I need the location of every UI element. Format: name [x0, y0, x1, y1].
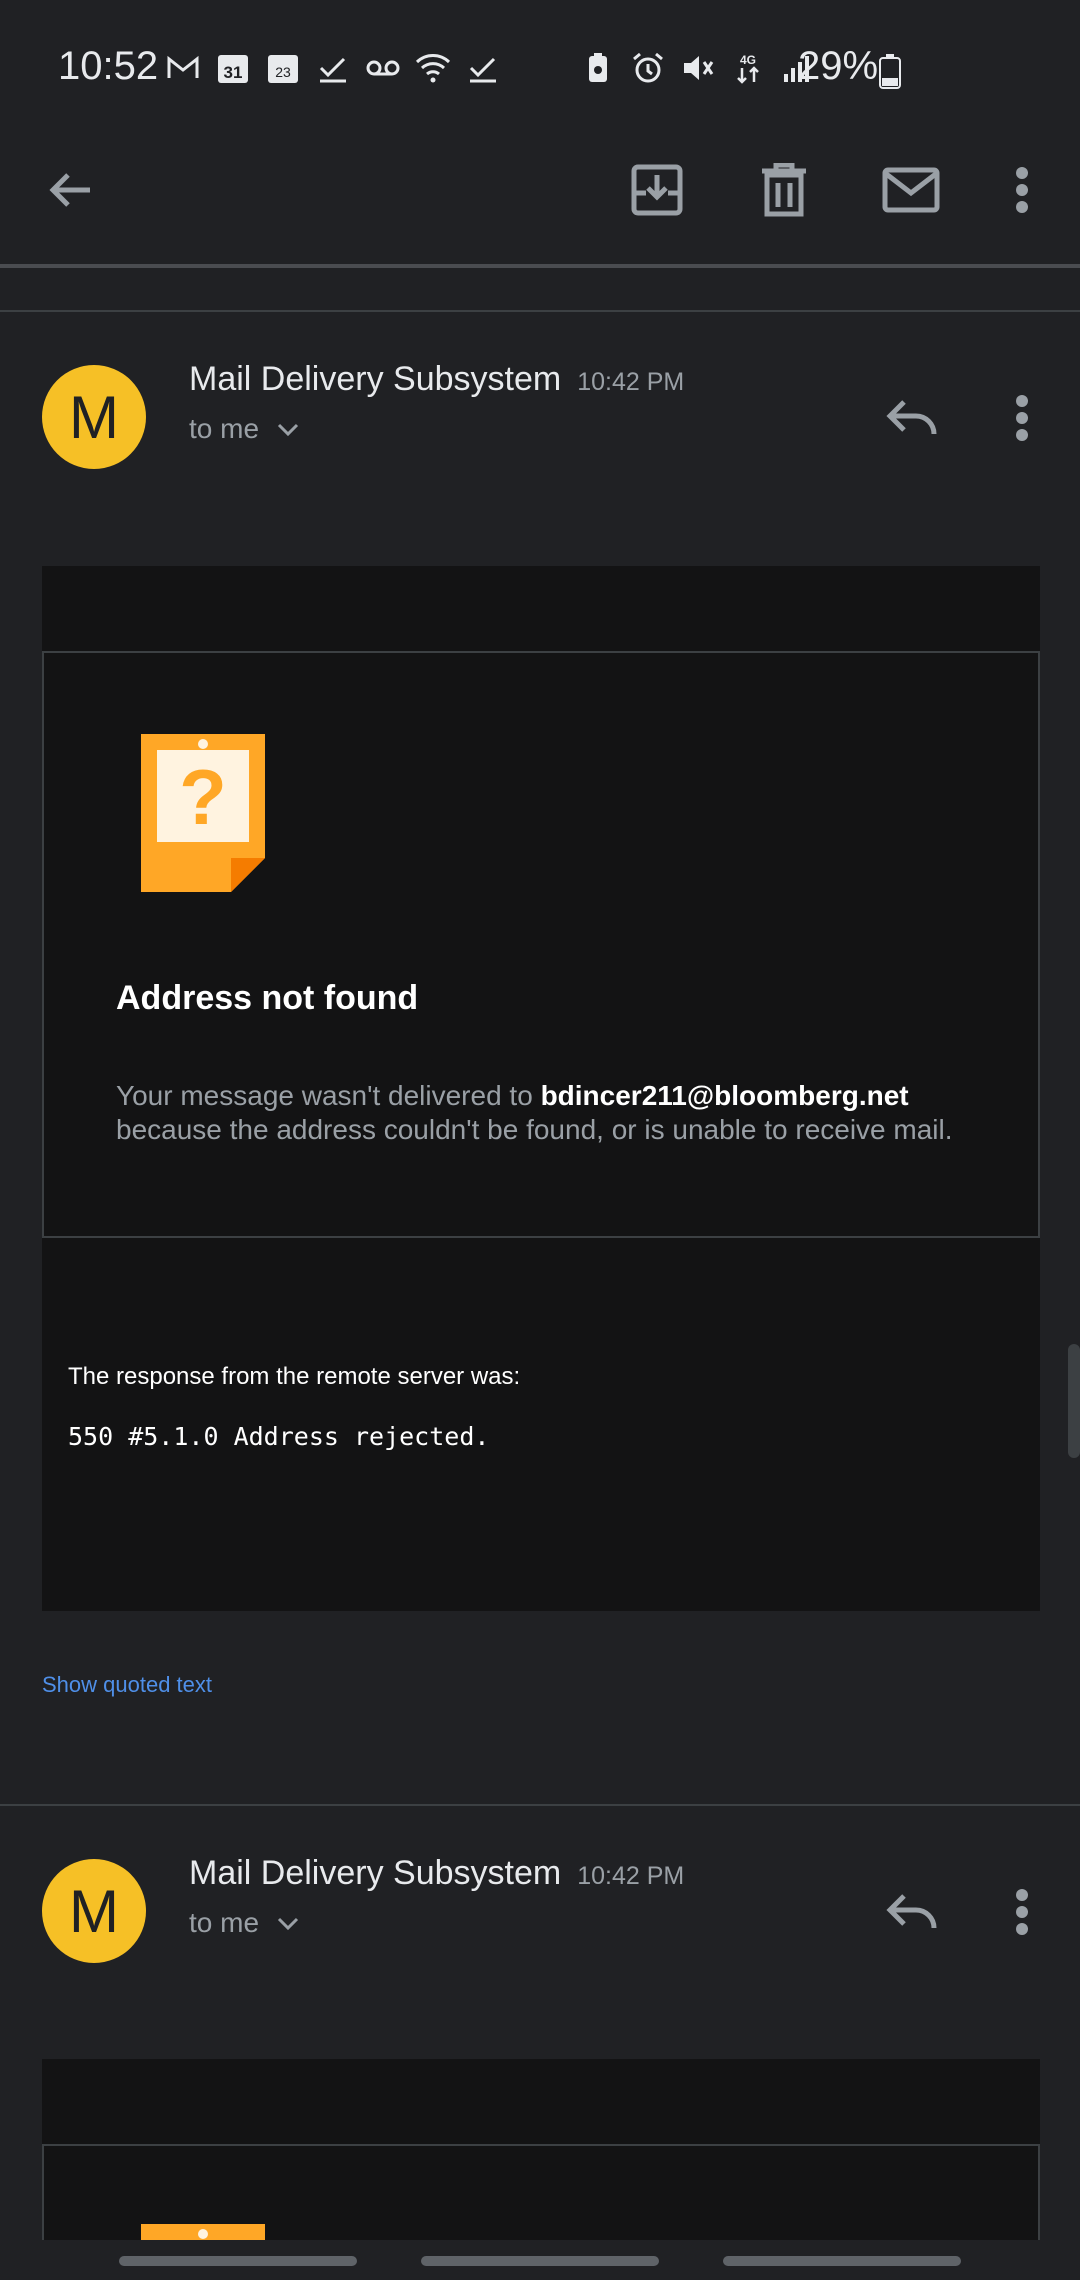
scrollbar[interactable]	[1068, 1344, 1080, 1458]
nav-recents-button[interactable]	[119, 2256, 357, 2266]
recipient-label: to me	[189, 1907, 260, 1938]
wifi-icon	[415, 54, 451, 83]
more-vert-icon	[1016, 395, 1028, 441]
battery-saver-icon	[589, 53, 607, 82]
avatar[interactable]: M	[42, 1859, 146, 1963]
calendar-31-icon: 31	[218, 55, 248, 83]
check-icon	[469, 57, 496, 83]
bounce-message: Your message wasn't delivered to bdincer…	[116, 1079, 996, 1147]
reply-icon	[886, 400, 937, 435]
recipient-label: to me	[189, 413, 260, 444]
alarm-icon	[633, 52, 663, 83]
chevron-down-icon	[277, 1917, 299, 1931]
more-options-button[interactable]	[982, 150, 1062, 230]
gmail-icon	[167, 55, 199, 78]
calendar-23-icon: 23	[268, 55, 298, 83]
data-4g-icon: 4G	[737, 53, 759, 84]
warning-note-icon: ?	[141, 734, 265, 892]
battery-icon	[879, 54, 901, 89]
system-icons: 4G	[580, 50, 816, 86]
toolbar	[0, 140, 1080, 266]
bounce-title: Address not found	[116, 979, 419, 1017]
sender-name: Mail Delivery Subsystem	[189, 360, 562, 398]
svg-text:4G: 4G	[740, 53, 756, 67]
recipient-details-toggle[interactable]: to me	[189, 413, 301, 445]
response-label: The response from the remote server was:	[68, 1363, 521, 1390]
svg-text:31: 31	[224, 63, 243, 82]
message-time: 10:42 PM	[577, 1862, 685, 1890]
mark-unread-button[interactable]	[871, 150, 951, 230]
message-more-button[interactable]	[982, 1872, 1062, 1952]
bounce-text-start: Your message wasn't delivered to	[116, 1080, 541, 1111]
status-bar: 10:52 31 23 4G 29%	[0, 0, 1080, 140]
reply-button[interactable]	[872, 1872, 952, 1952]
divider	[0, 310, 1080, 312]
status-time: 10:52	[58, 44, 159, 88]
toolbar-shadow	[0, 264, 1080, 268]
email-body	[42, 2059, 1040, 2242]
trash-icon	[762, 163, 806, 217]
notification-icons: 31 23	[165, 50, 501, 86]
bounce-email-address: bdincer211@bloomberg.net	[540, 1080, 909, 1111]
mute-icon	[684, 56, 714, 80]
nav-back-button[interactable]	[723, 2256, 961, 2266]
voicemail-icon	[366, 60, 400, 76]
message-more-button[interactable]	[982, 378, 1062, 458]
check-icon	[319, 57, 346, 83]
recipient-details-toggle[interactable]: to me	[189, 1907, 301, 1939]
archive-icon	[631, 164, 683, 216]
bounce-card: ? Address not found Your message wasn't …	[42, 651, 1040, 1238]
message-time: 10:42 PM	[577, 368, 685, 396]
mark-unread-icon	[882, 167, 940, 213]
warning-note-icon	[141, 2224, 265, 2242]
svg-text:?: ?	[179, 753, 227, 841]
reply-button[interactable]	[872, 378, 952, 458]
show-quoted-text-link[interactable]: Show quoted text	[42, 1672, 212, 1698]
message-header[interactable]: Mail Delivery Subsystem 10:42 PM	[189, 1854, 684, 1893]
nav-home-button[interactable]	[421, 2256, 659, 2266]
reply-icon	[886, 1894, 937, 1929]
back-arrow-icon	[49, 173, 90, 207]
battery-percentage: 29%	[798, 44, 879, 88]
bounce-text-end: because the address couldn't be found, o…	[116, 1114, 953, 1145]
email-body: ? Address not found Your message wasn't …	[42, 566, 1040, 1611]
response-code: 550 #5.1.0 Address rejected.	[68, 1422, 490, 1451]
avatar[interactable]: M	[42, 365, 146, 469]
chevron-down-icon	[277, 423, 299, 437]
archive-button[interactable]	[617, 150, 697, 230]
more-vert-icon	[1016, 167, 1028, 213]
back-button[interactable]	[31, 150, 111, 230]
more-vert-icon	[1016, 1889, 1028, 1935]
delete-button[interactable]	[744, 150, 824, 230]
sender-name: Mail Delivery Subsystem	[189, 1854, 562, 1892]
bounce-card	[42, 2144, 1040, 2242]
message-header[interactable]: Mail Delivery Subsystem 10:42 PM	[189, 360, 684, 399]
svg-text:23: 23	[275, 64, 291, 80]
divider	[0, 1804, 1080, 1806]
